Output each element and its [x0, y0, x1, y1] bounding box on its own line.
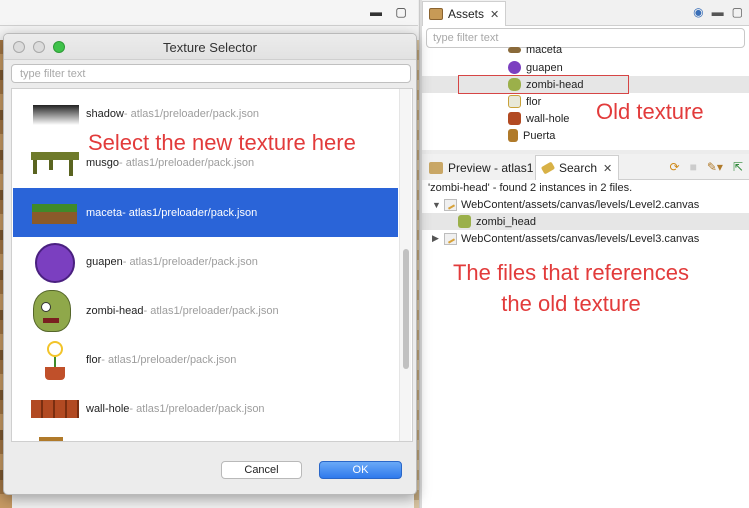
- asset-label: wall-hole: [526, 112, 570, 125]
- texture-name: flor: [86, 353, 102, 366]
- texture-name: maceta: [86, 206, 123, 219]
- texture-path: - atlas1/preloader/pack.json: [122, 206, 258, 219]
- maximize-icon[interactable]: ▢: [395, 5, 406, 19]
- dialog-title: Texture Selector: [163, 40, 257, 55]
- search-summary: 'zombi-head' - found 2 instances in 2 fi…: [428, 182, 633, 194]
- result-file-path: WebContent/assets/canvas/levels/Level2.c…: [461, 198, 700, 211]
- asset-label: maceta: [526, 44, 563, 56]
- flor-icon: [508, 95, 521, 108]
- refresh-icon[interactable]: ⟳: [670, 160, 680, 174]
- asset-label: flor: [526, 95, 542, 108]
- editor-toolbar: ▬ ▢: [0, 0, 418, 26]
- search-panel: Preview - atlas1 Search ✕ ⟳ ■ ✎▾ ⇱ 'zomb…: [422, 154, 749, 508]
- texture-item-wall-hole[interactable]: wall-hole - atlas1/preloader/pack.json: [13, 384, 398, 433]
- texture-name: wall-hole: [86, 402, 130, 415]
- wall-hole-icon: [508, 112, 521, 125]
- texture-list-scrollbar[interactable]: [399, 89, 411, 441]
- flashlight-icon: [540, 161, 556, 175]
- canvas-file-icon: [444, 198, 457, 211]
- zombi-head-thumbnail: [29, 289, 79, 332]
- pin-icon[interactable]: ⇱: [733, 160, 743, 174]
- result-file-row[interactable]: ▼ WebContent/assets/canvas/levels/Level2…: [422, 196, 749, 213]
- texture-item-guapen[interactable]: guapen - atlas1/preloader/pack.json: [13, 237, 398, 286]
- minimize-icon[interactable]: ▬: [712, 5, 724, 19]
- asset-label: Puerta: [523, 129, 556, 142]
- flor-thumbnail: [29, 339, 79, 381]
- tab-search-label: Search: [559, 161, 598, 175]
- close-icon[interactable]: ✕: [603, 162, 612, 175]
- texture-item-puerta-partial[interactable]: [13, 433, 398, 441]
- asset-label: guapen: [526, 61, 563, 74]
- result-match-row[interactable]: zombi_head: [422, 213, 749, 230]
- result-match-label: zombi_head: [476, 215, 536, 228]
- texture-name: guapen: [86, 255, 123, 268]
- expanded-triangle-icon[interactable]: ▼: [432, 200, 442, 210]
- texture-selector-dialog: Texture Selector type filter text shadow…: [3, 33, 417, 495]
- canvas-file-icon: [444, 232, 457, 245]
- ok-button[interactable]: OK: [319, 461, 402, 479]
- texture-path: - atlas1/preloader/pack.json: [101, 353, 237, 366]
- texture-path: - atlas1/preloader/pack.json: [122, 255, 258, 268]
- search-tabbar: Preview - atlas1 Search ✕ ⟳ ■ ✎▾ ⇱: [422, 154, 749, 180]
- maceta-icon: [508, 47, 521, 53]
- wall-hole-thumbnail: [29, 388, 79, 430]
- preview-icon: [429, 162, 443, 174]
- tab-preview[interactable]: Preview - atlas1: [422, 155, 541, 180]
- tab-assets-label: Assets: [448, 7, 485, 21]
- result-file-path: WebContent/assets/canvas/levels/Level3.c…: [461, 232, 700, 245]
- texture-item-flor[interactable]: flor - atlas1/preloader/pack.json: [13, 335, 398, 384]
- asset-item[interactable]: guapen: [422, 59, 749, 76]
- texture-path: - atlas1/preloader/pack.json: [123, 107, 260, 120]
- guapen-icon: [508, 61, 521, 74]
- texture-path: - atlas1/preloader/pack.json: [143, 304, 279, 317]
- tab-assets[interactable]: Assets ✕: [422, 1, 507, 26]
- tab-preview-label: Preview - atlas1: [448, 161, 534, 175]
- close-icon[interactable]: ✕: [490, 8, 499, 21]
- asset-item[interactable]: Puerta: [422, 127, 749, 144]
- old-texture-highlight: [458, 75, 629, 94]
- maximize-icon[interactable]: ▢: [732, 5, 743, 19]
- annotation-files-line2: the old texture: [501, 290, 641, 316]
- annotation-files-line1: The files that references: [452, 260, 689, 285]
- maceta-thumbnail: [29, 192, 79, 234]
- zombi-head-icon: [458, 215, 471, 228]
- texture-path: - atlas1/preloader/pack.json: [129, 402, 265, 415]
- annotation-files: The files that references the old textur…: [430, 258, 712, 320]
- texture-filter-input[interactable]: type filter text: [11, 64, 411, 83]
- texture-name: shadow: [86, 107, 124, 120]
- minimize-icon[interactable]: ▬: [370, 5, 382, 19]
- eye-icon[interactable]: ◉: [693, 5, 703, 19]
- assets-tabbar: Assets ✕ ◉ ▬ ▢: [422, 0, 749, 26]
- musgo-thumbnail: [29, 142, 79, 184]
- asset-item[interactable]: maceta: [422, 44, 749, 56]
- collapsed-triangle-icon[interactable]: ▶: [432, 233, 442, 244]
- result-file-row[interactable]: ▶ WebContent/assets/canvas/levels/Level3…: [422, 230, 749, 247]
- history-icon[interactable]: ✎▾: [707, 160, 723, 174]
- tab-search[interactable]: Search ✕: [535, 155, 620, 180]
- texture-item-zombi-head[interactable]: zombi-head - atlas1/preloader/pack.json: [13, 286, 398, 335]
- scrollbar-thumb[interactable]: [403, 249, 409, 369]
- annotation-old-texture: Old texture: [596, 99, 704, 124]
- stop-icon[interactable]: ■: [690, 160, 697, 174]
- dialog-titlebar: Texture Selector: [4, 34, 416, 60]
- texture-name: zombi-head: [86, 304, 144, 317]
- cancel-button[interactable]: Cancel: [221, 461, 302, 479]
- texture-item-maceta-selected[interactable]: maceta - atlas1/preloader/pack.json: [13, 188, 398, 237]
- shadow-thumbnail: [29, 93, 79, 135]
- annotation-select-texture: Select the new texture here: [88, 130, 356, 155]
- puerta-icon: [508, 129, 518, 142]
- folder-icon: [429, 8, 443, 20]
- puerta-thumbnail: [29, 436, 79, 441]
- guapen-thumbnail: [29, 241, 79, 283]
